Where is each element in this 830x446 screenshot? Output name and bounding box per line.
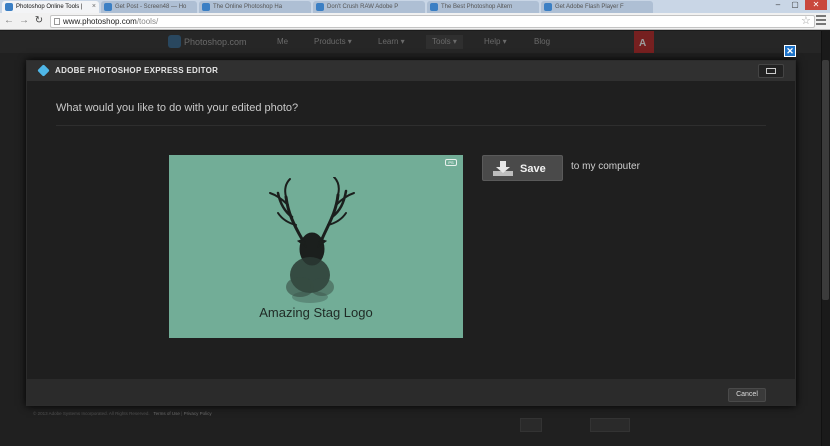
- photoshop-logo-icon: [168, 35, 181, 48]
- photo-badge: PS: [445, 159, 457, 166]
- window-close-button[interactable]: ✕: [805, 0, 827, 10]
- terms-link[interactable]: Terms of Use: [153, 411, 180, 416]
- tab-label: Get Post - Screen48 — Ho: [115, 4, 187, 10]
- page-footer: © 2013 Adobe Systems Incorporated. All R…: [33, 411, 212, 417]
- copyright-text: © 2013 Adobe Systems Incorporated. All R…: [33, 411, 150, 416]
- tab-label: Get Adobe Flash Player F: [555, 4, 624, 10]
- express-editor-modal: ADOBE PHOTOSHOP EXPRESS EDITOR What woul…: [26, 60, 796, 406]
- maximize-button[interactable]: ▢: [787, 0, 803, 10]
- tab-favicon-icon: [430, 3, 438, 11]
- tab-close-icon[interactable]: ×: [92, 1, 96, 13]
- divider: [56, 125, 766, 126]
- address-bar-input[interactable]: www.photoshop.com/tools/: [50, 15, 815, 28]
- download-icon: [493, 161, 513, 176]
- reload-icon[interactable]: ↻: [33, 15, 45, 27]
- minimize-button[interactable]: –: [770, 0, 786, 10]
- save-button-label: Save: [520, 163, 546, 175]
- url-host: www.photoshop.com: [63, 17, 137, 26]
- menu-icon[interactable]: [816, 15, 826, 25]
- nav-tools[interactable]: Tools ▾: [426, 35, 463, 49]
- browser-toolbar: ← → ↻ www.photoshop.com/tools/ ☆: [0, 13, 830, 30]
- browser-tab-strip: Photoshop Online Tools | × Get Post - Sc…: [0, 0, 830, 13]
- stag-silhouette-icon: [269, 177, 355, 303]
- photoshop-logo[interactable]: Photoshop.com: [168, 35, 247, 49]
- privacy-link[interactable]: Privacy Policy: [184, 411, 212, 416]
- footer-separator: |: [181, 411, 183, 416]
- tab-favicon-icon: [544, 3, 552, 11]
- nav-help[interactable]: Help ▾: [484, 35, 507, 49]
- fullscreen-icon: [766, 68, 776, 74]
- save-button[interactable]: Save: [482, 155, 563, 181]
- browser-tab-active[interactable]: Photoshop Online Tools | ×: [2, 1, 99, 13]
- nav-learn[interactable]: Learn ▾: [378, 35, 405, 49]
- page-icon: [54, 18, 60, 25]
- tab-label: The Online Photoshop Ha: [213, 4, 283, 10]
- tab-label: Photoshop Online Tools |: [16, 4, 83, 10]
- background-thumbnail: [590, 418, 630, 432]
- modal-header: ADOBE PHOTOSHOP EXPRESS EDITOR: [27, 61, 795, 81]
- modal-footer: Cancel: [27, 379, 795, 405]
- back-arrow-icon[interactable]: ←: [3, 15, 15, 27]
- nav-blog[interactable]: Blog: [534, 35, 550, 49]
- nav-products[interactable]: Products ▾: [314, 35, 352, 49]
- tab-label: Don't Crush RAW Adobe P: [327, 4, 399, 10]
- save-question: What would you like to do with your edit…: [56, 102, 299, 114]
- browser-tab[interactable]: Don't Crush RAW Adobe P: [313, 1, 425, 13]
- tab-favicon-icon: [104, 3, 112, 11]
- photoshop-favicon-icon: [5, 3, 13, 11]
- logo-text: Photoshop.com: [184, 37, 247, 47]
- fullscreen-button[interactable]: [758, 64, 784, 78]
- browser-tab[interactable]: The Online Photoshop Ha: [199, 1, 311, 13]
- photoshop-express-icon: [37, 64, 50, 77]
- forward-arrow-icon[interactable]: →: [18, 15, 30, 27]
- photo-caption: Amazing Stag Logo: [259, 305, 373, 320]
- tab-favicon-icon: [316, 3, 324, 11]
- site-header: Photoshop.com Me Products ▾ Learn ▾ Tool…: [0, 31, 830, 53]
- browser-tab[interactable]: Get Post - Screen48 — Ho: [101, 1, 197, 13]
- background-thumbnail: [520, 418, 542, 432]
- edited-photo-preview: PS Amazing Stag Logo: [169, 155, 463, 338]
- modal-title: ADOBE PHOTOSHOP EXPRESS EDITOR: [55, 66, 219, 75]
- tab-label: The Best Photoshop Altern: [441, 4, 513, 10]
- tab-favicon-icon: [202, 3, 210, 11]
- browser-tab[interactable]: The Best Photoshop Altern: [427, 1, 539, 13]
- browser-tab[interactable]: Get Adobe Flash Player F: [541, 1, 653, 13]
- bookmark-star-icon[interactable]: ☆: [801, 14, 811, 27]
- save-destination-label: to my computer: [571, 161, 640, 172]
- cancel-button[interactable]: Cancel: [728, 388, 766, 402]
- url-path: /tools/: [136, 17, 159, 26]
- modal-close-icon[interactable]: ✕: [784, 45, 796, 57]
- scrollbar-thumb[interactable]: [822, 60, 829, 300]
- nav-me[interactable]: Me: [277, 35, 288, 49]
